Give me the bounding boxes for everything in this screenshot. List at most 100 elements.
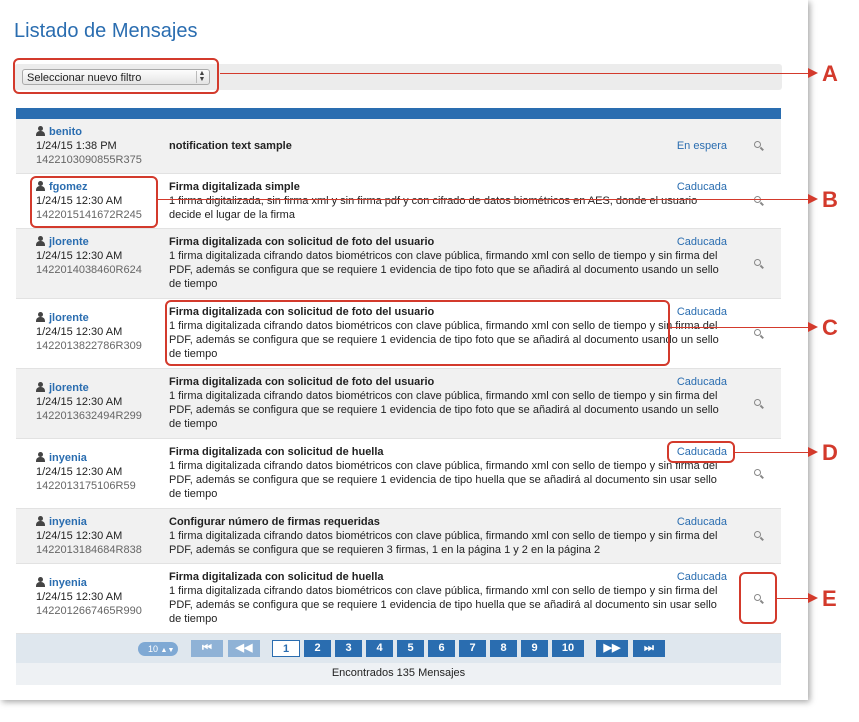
message-status[interactable]: Caducada [677,180,727,194]
pagination-bar: 10 ▲▼ ⏮ ◀◀ 1 2 3 4 5 6 7 8 9 10 ▶▶ ⏭ [16,634,781,663]
prev-page-button[interactable]: ◀◀ [228,640,260,657]
search-icon[interactable] [754,259,763,268]
message-title: Firma digitalizada simple [169,181,300,193]
user-icon [36,126,45,136]
message-title: notification text sample [169,140,292,152]
message-status[interactable]: En espera [677,139,727,153]
callout-arrow-d [808,447,818,457]
message-description: 1 firma digitalizada cifrando datos biom… [169,585,718,625]
message-title: Firma digitalizada con solicitud de huel… [169,446,384,458]
callout-box-d [667,441,735,463]
message-title: Firma digitalizada con solicitud de foto… [169,376,435,388]
message-user[interactable]: inyenia [49,452,87,464]
message-code: 1422013822786R309 [36,340,142,352]
callout-label-d: D [822,440,838,465]
page-title: Listado de Mensajes [14,20,198,42]
callout-arrow-b [808,194,818,204]
message-user[interactable]: inyenia [49,516,87,528]
page-1-button[interactable]: 1 [272,640,300,657]
callout-label-a: A [822,61,838,86]
callout-arrow-e [808,593,818,603]
search-icon[interactable] [754,469,763,478]
page-6-button[interactable]: 6 [428,640,455,657]
callout-box-b [30,176,158,228]
message-date: 1/24/15 12:30 AM [36,326,123,338]
callout-box-c [165,300,670,366]
callout-label-b: B [822,187,838,212]
results-count: Encontrados 135 Mensajes [16,663,781,685]
page-3-button[interactable]: 3 [335,640,362,657]
callout-line-a [220,73,810,74]
message-code: 1422013175106R59 [36,480,136,492]
message-description: 1 firma digitalizada cifrando datos biom… [169,250,719,290]
message-status[interactable]: Caducada [677,305,727,319]
search-icon[interactable] [754,329,763,338]
user-icon [36,236,45,246]
page-4-button[interactable]: 4 [366,640,393,657]
page-10-button[interactable]: 10 [552,640,584,657]
message-title: Configurar número de firmas requeridas [169,516,380,528]
callout-arrow-c [808,322,818,332]
search-icon[interactable] [754,399,763,408]
message-code: 1422013184684R838 [36,544,142,556]
message-code: 1422014038460R624 [36,264,142,276]
callout-box-e [739,572,777,624]
message-description: 1 firma digitalizada cifrando datos biom… [169,390,719,430]
table-row[interactable]: jlorente 1/24/15 12:30 AM 1422014038460R… [16,229,781,299]
message-code: 1422012667465R990 [36,605,142,617]
message-date: 1/24/15 12:30 AM [36,591,123,603]
table-header-bar [16,108,781,119]
search-icon[interactable] [754,141,763,150]
user-icon [36,382,45,392]
message-user[interactable]: jlorente [49,236,89,248]
table-row[interactable]: inyenia 1/24/15 12:30 AM 1422012667465R9… [16,564,781,634]
message-date: 1/24/15 12:30 AM [36,396,123,408]
callout-label-c: C [822,315,838,340]
message-status[interactable]: Caducada [677,375,727,389]
callout-line-c [670,327,810,328]
message-description: 1 firma digitalizada cifrando datos biom… [169,460,718,500]
callout-arrow-a [808,68,818,78]
search-icon[interactable] [754,196,763,205]
message-date: 1/24/15 1:38 PM [36,140,117,152]
page-7-button[interactable]: 7 [459,640,486,657]
message-code: 1422103090855R375 [36,154,142,166]
message-date: 1/24/15 12:30 AM [36,466,123,478]
search-icon[interactable] [754,531,763,540]
message-title: Firma digitalizada con solicitud de huel… [169,571,384,583]
message-code: 1422013632494R299 [36,410,142,422]
message-user[interactable]: benito [49,126,82,138]
message-date: 1/24/15 12:30 AM [36,530,123,542]
page-9-button[interactable]: 9 [521,640,548,657]
page-2-button[interactable]: 2 [304,640,331,657]
user-icon [36,516,45,526]
per-page-select[interactable]: 10 ▲▼ [138,642,178,656]
page-5-button[interactable]: 5 [397,640,424,657]
select-arrows-icon: ▲▼ [160,647,175,654]
table-row[interactable]: inyenia 1/24/15 12:30 AM 1422013184684R8… [16,509,781,564]
message-status[interactable]: Caducada [677,235,727,249]
message-status[interactable]: Caducada [677,515,727,529]
message-title: Firma digitalizada con solicitud de foto… [169,236,435,248]
user-icon [36,452,45,462]
callout-line-e [777,598,810,599]
callout-line-b [158,199,810,200]
callout-box-a [13,58,219,94]
table-row[interactable]: benito 1/24/15 1:38 PM 1422103090855R375… [16,119,781,174]
message-description: 1 firma digitalizada cifrando datos biom… [169,530,718,556]
last-page-button[interactable]: ⏭ [633,640,665,657]
per-page-value: 10 [148,644,159,654]
message-date: 1/24/15 12:30 AM [36,250,123,262]
table-row[interactable]: jlorente 1/24/15 12:30 AM 1422013632494R… [16,369,781,439]
message-user[interactable]: jlorente [49,312,89,324]
message-user[interactable]: jlorente [49,382,89,394]
user-icon [36,577,45,587]
user-icon [36,312,45,322]
message-user[interactable]: inyenia [49,577,87,589]
page-8-button[interactable]: 8 [490,640,517,657]
callout-line-d [735,452,810,453]
message-status[interactable]: Caducada [677,570,727,584]
callout-label-e: E [822,586,837,611]
first-page-button[interactable]: ⏮ [191,640,223,657]
next-page-button[interactable]: ▶▶ [596,640,628,657]
